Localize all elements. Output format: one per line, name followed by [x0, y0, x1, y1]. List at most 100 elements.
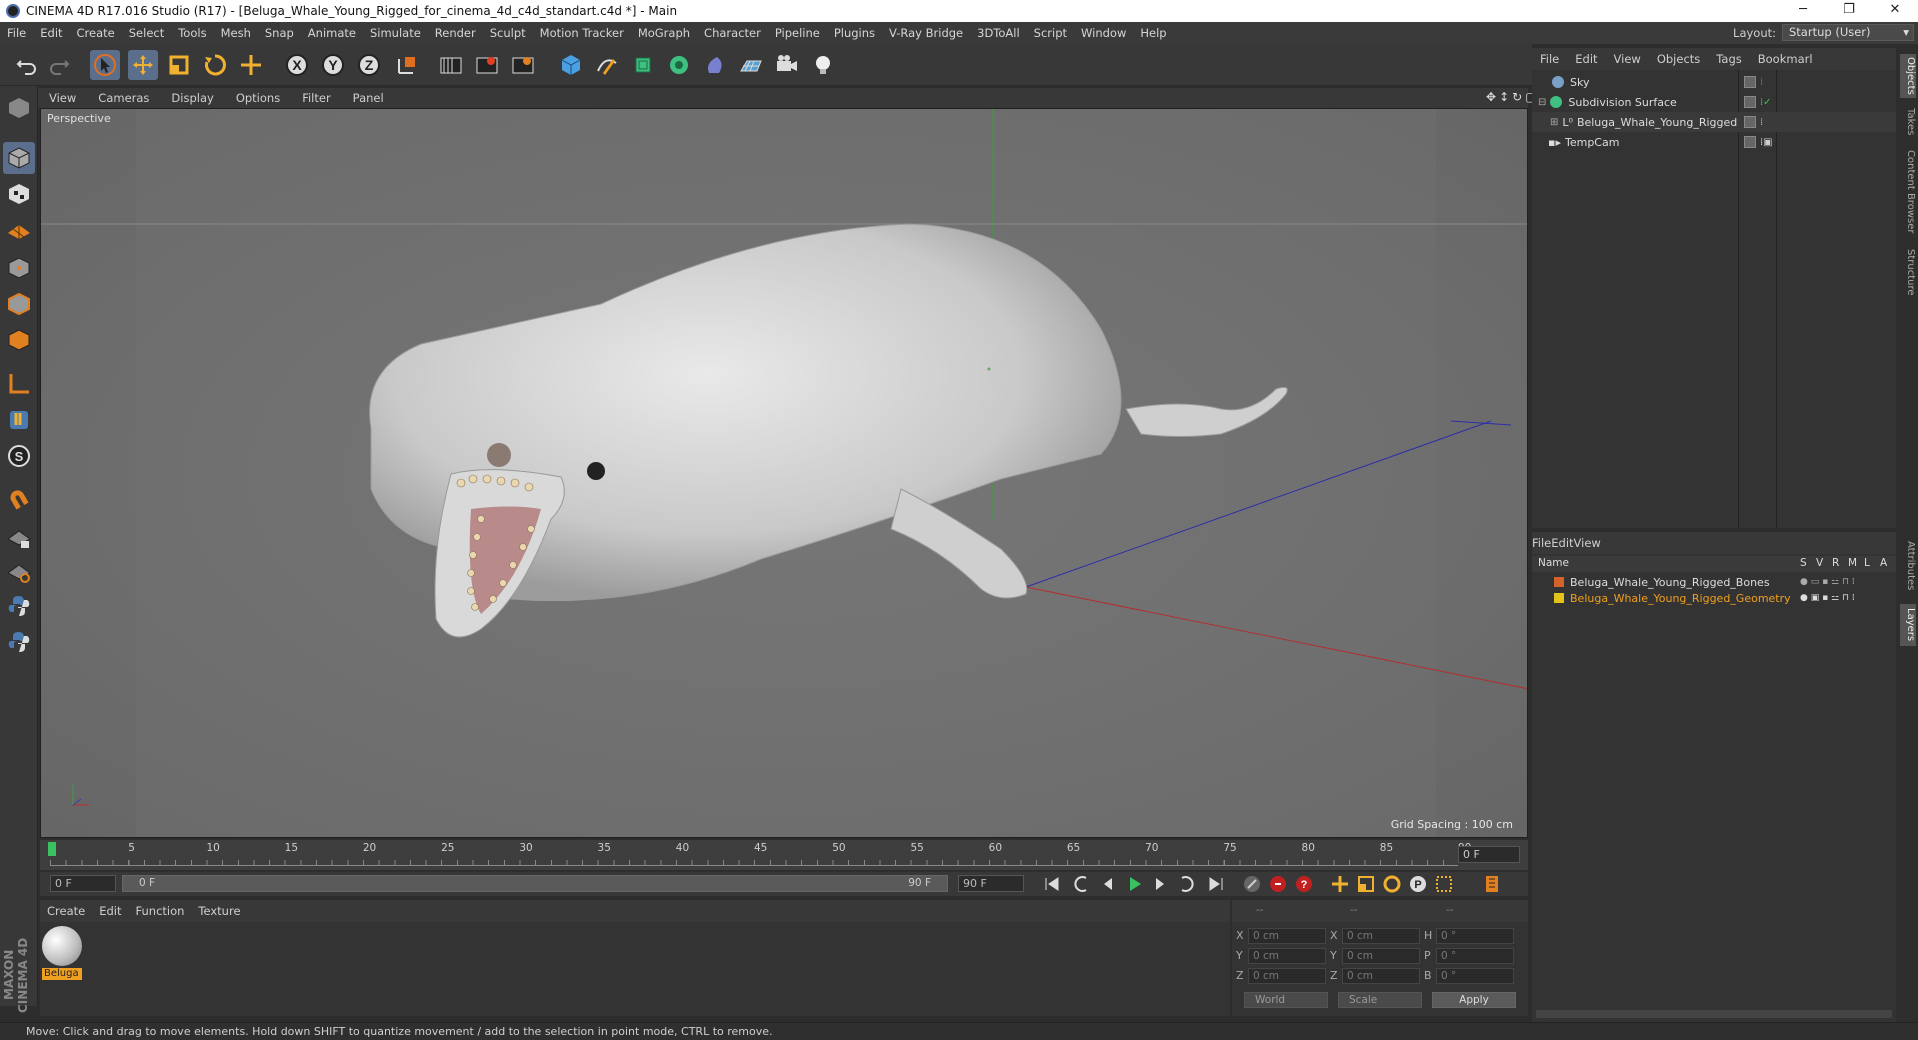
zoom-view-icon[interactable]: ↕ [1499, 90, 1509, 104]
transform-icon[interactable] [236, 50, 266, 80]
object-menu-bookmarl[interactable]: Bookmarl [1750, 52, 1821, 66]
menu-3dtoall[interactable]: 3DToAll [970, 26, 1027, 40]
camera-icon[interactable] [772, 50, 802, 80]
visibility-dots-icon[interactable]: ⁞ [1760, 77, 1763, 88]
coord-value-field[interactable]: 0 ° [1436, 928, 1514, 944]
texture-mode-icon[interactable] [3, 178, 35, 210]
viewport-menu-filter[interactable]: Filter [291, 91, 341, 105]
menu-edit[interactable]: Edit [33, 26, 69, 40]
layer-row-bones[interactable]: Beluga_Whale_Young_Rigged_Bones ● ▭ ▪ ⚍ … [1532, 574, 1896, 590]
coord-value-field[interactable]: 0 cm [1248, 968, 1326, 984]
axis-mode-icon[interactable] [3, 368, 35, 400]
polygons-mode-icon[interactable] [3, 324, 35, 356]
layer-row-geometry[interactable]: Beluga_Whale_Young_Rigged_Geometry ● ▣ ▪… [1532, 590, 1896, 606]
material-menu-edit[interactable]: Edit [92, 904, 128, 918]
go-to-start-icon[interactable] [1040, 873, 1064, 895]
x-axis-icon[interactable]: X [282, 50, 312, 80]
layer-menu-file[interactable]: File [1532, 536, 1551, 550]
python-script-icon[interactable] [3, 626, 35, 658]
object-menu-edit[interactable]: Edit [1567, 52, 1605, 66]
scale-icon[interactable] [164, 50, 194, 80]
coord-value-field[interactable]: 0 cm [1248, 928, 1326, 944]
current-frame-field[interactable]: 0 F [1458, 846, 1520, 863]
menu-pipeline[interactable]: Pipeline [768, 26, 827, 40]
collapse-icon[interactable]: ⊟ [1538, 97, 1546, 108]
menu-v-ray-bridge[interactable]: V-Ray Bridge [882, 26, 970, 40]
material-menu-texture[interactable]: Texture [191, 904, 247, 918]
coord-value-field[interactable]: 0 cm [1342, 968, 1420, 984]
layer-color-swatch[interactable] [1554, 577, 1564, 587]
y-axis-icon[interactable]: Y [318, 50, 348, 80]
layout-dropdown[interactable]: Startup (User) [1782, 24, 1914, 41]
object-menu-view[interactable]: View [1606, 52, 1649, 66]
tab-takes[interactable]: Takes [1900, 104, 1916, 140]
array-icon[interactable] [664, 50, 694, 80]
key-scale-icon[interactable] [1354, 873, 1378, 895]
col-locked[interactable]: L [1864, 557, 1870, 569]
coord-value-field[interactable]: 0 cm [1342, 928, 1420, 944]
display-toggle-icon[interactable] [1744, 96, 1756, 108]
minimize-button[interactable]: ─ [1780, 0, 1826, 22]
object-mode-icon[interactable] [3, 142, 35, 174]
layer-flags[interactable]: ● ▭ ▪ ⚍ ⊓ ⁞ [1800, 577, 1855, 587]
viewport-menu-view[interactable]: View [38, 91, 87, 105]
viewport-menu-options[interactable]: Options [225, 91, 291, 105]
frame-range-slider[interactable]: 0 F 90 F [122, 875, 948, 892]
menu-render[interactable]: Render [428, 26, 483, 40]
tab-layers[interactable]: Layers [1900, 604, 1916, 646]
coord-value-field[interactable]: 0 cm [1342, 948, 1420, 964]
coord-value-field[interactable]: 0 ° [1436, 968, 1514, 984]
apply-button[interactable]: Apply [1432, 992, 1516, 1008]
col-solo[interactable]: S [1800, 557, 1807, 569]
menu-select[interactable]: Select [122, 26, 171, 40]
render-settings-icon[interactable] [508, 50, 538, 80]
menu-window[interactable]: Window [1074, 26, 1133, 40]
redo-icon[interactable] [44, 50, 74, 80]
col-animation[interactable]: A [1880, 557, 1887, 569]
object-menu-tags[interactable]: Tags [1708, 52, 1749, 66]
display-toggle-icon[interactable] [1744, 76, 1756, 88]
lock-workplane-icon[interactable] [3, 522, 35, 554]
light-icon[interactable] [808, 50, 838, 80]
end-frame-field[interactable]: 90 F [958, 875, 1024, 892]
menu-mograph[interactable]: MoGraph [631, 26, 697, 40]
magnet-icon[interactable] [3, 484, 35, 516]
col-visible[interactable]: V [1816, 557, 1823, 569]
move-icon[interactable] [128, 50, 158, 80]
python-icon[interactable] [3, 590, 35, 622]
menu-tools[interactable]: Tools [171, 26, 213, 40]
menu-plugins[interactable]: Plugins [827, 26, 882, 40]
expand-icon[interactable]: ⊞ [1550, 117, 1558, 128]
display-toggle-icon[interactable] [1744, 116, 1756, 128]
viewport-menu-display[interactable]: Display [160, 91, 224, 105]
z-axis-icon[interactable]: Z [354, 50, 384, 80]
subdivision-icon[interactable] [628, 50, 658, 80]
camera-tag-icon[interactable]: ⁞▣ [1760, 137, 1773, 148]
material-swatch-beluga[interactable]: Beluga [42, 926, 82, 980]
deformer-icon[interactable] [700, 50, 730, 80]
object-row-beluga-whale[interactable]: ⊞ L⁰ Beluga_Whale_Young_Rigged ⁞ [1532, 112, 1896, 132]
coord-mode-dropdown[interactable]: World [1244, 992, 1328, 1008]
edges-mode-icon[interactable] [3, 288, 35, 320]
menu-simulate[interactable]: Simulate [363, 26, 428, 40]
menu-help[interactable]: Help [1133, 26, 1173, 40]
tab-objects[interactable]: Objects [1900, 54, 1916, 98]
cube-icon[interactable] [556, 50, 586, 80]
layer-menu-view[interactable]: View [1574, 536, 1601, 550]
snap-icon[interactable]: S [3, 440, 35, 472]
timeline-layout-icon[interactable] [1480, 873, 1504, 895]
render-picture-icon[interactable] [472, 50, 502, 80]
playhead-marker[interactable] [48, 842, 56, 856]
display-toggle-icon[interactable] [1744, 136, 1756, 148]
menu-motion-tracker[interactable]: Motion Tracker [533, 26, 631, 40]
menu-file[interactable]: File [0, 26, 33, 40]
menu-mesh[interactable]: Mesh [214, 26, 258, 40]
coord-size-mode-dropdown[interactable]: Scale [1338, 992, 1422, 1008]
floor-icon[interactable] [736, 50, 766, 80]
viewport-menu-cameras[interactable]: Cameras [87, 91, 160, 105]
layer-menu-edit[interactable]: Edit [1551, 536, 1573, 550]
menu-character[interactable]: Character [697, 26, 768, 40]
record-keys-icon[interactable] [1240, 873, 1264, 895]
key-position-icon[interactable] [1328, 873, 1352, 895]
previous-frame-icon[interactable] [1096, 873, 1120, 895]
